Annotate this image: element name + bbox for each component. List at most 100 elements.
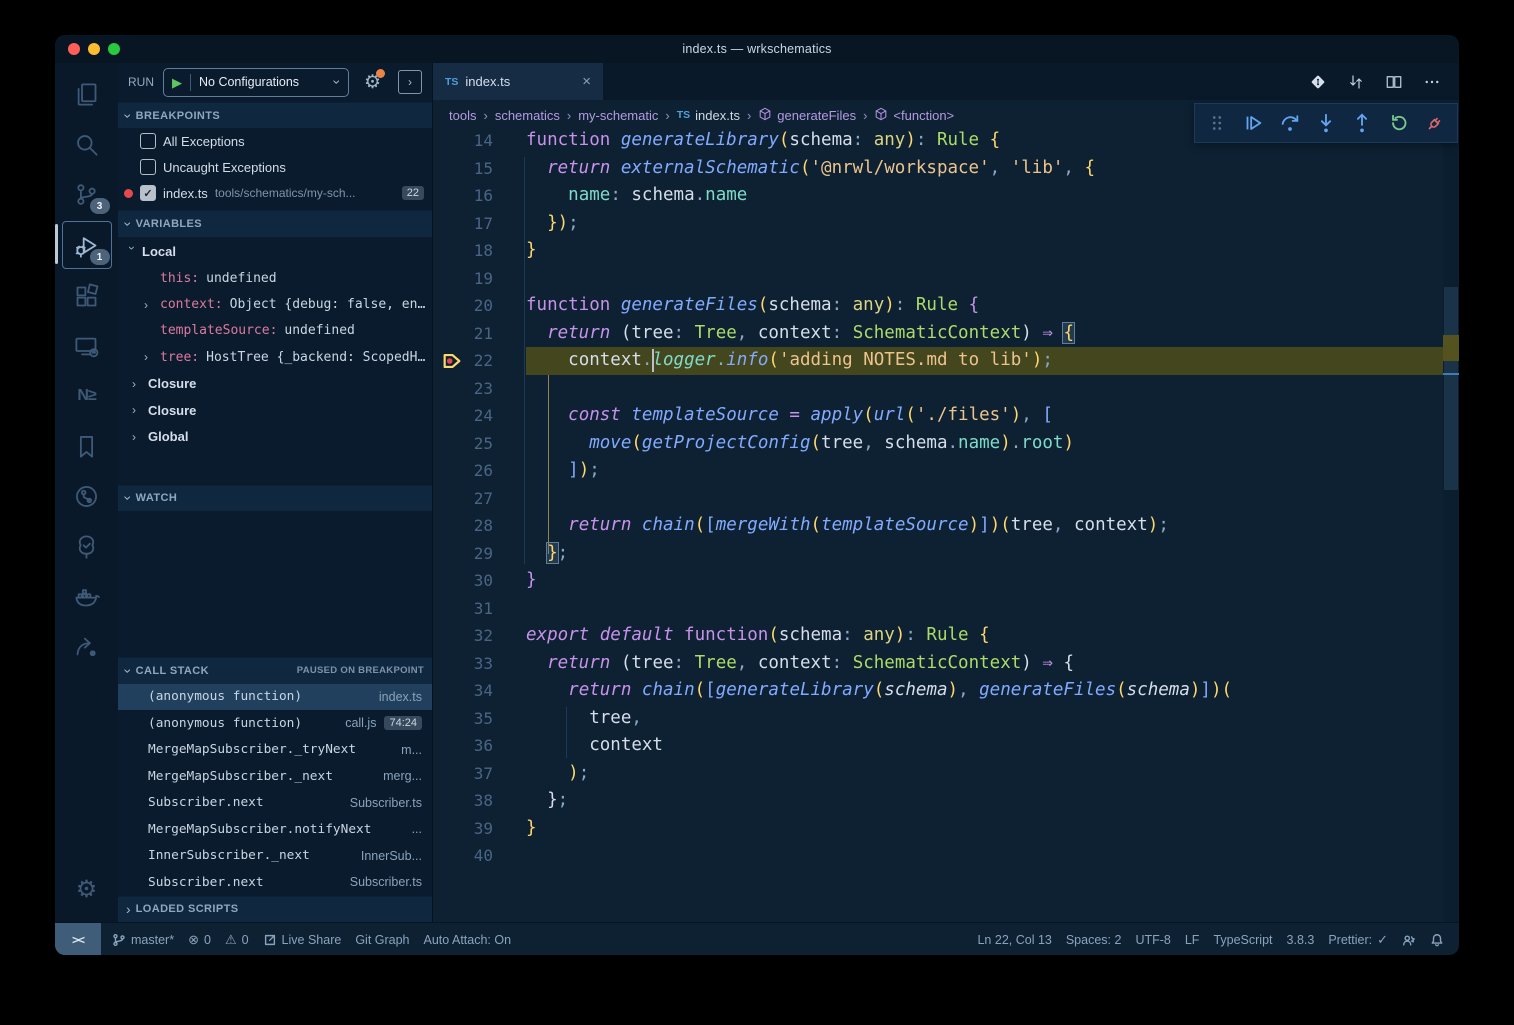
line-number[interactable]: 26 (447, 457, 493, 485)
breakpoint-checkbox[interactable]: ✓ (140, 185, 156, 201)
line-number[interactable]: 19 (447, 265, 493, 293)
status-cursor-position[interactable]: Ln 22, Col 13 (970, 933, 1058, 947)
code-line-37[interactable]: 37 ); (433, 760, 1459, 788)
code-line-31[interactable]: 31 (433, 595, 1459, 623)
status-warnings[interactable]: ⚠0 (218, 933, 256, 947)
code-line-39[interactable]: 39} (433, 815, 1459, 843)
line-number[interactable]: 25 (447, 430, 493, 458)
line-number[interactable]: 30 (447, 567, 493, 595)
line-number[interactable]: 35 (447, 705, 493, 733)
breakpoint-checkbox[interactable] (140, 159, 156, 175)
breadcrumb-item-schematics[interactable]: schematics (495, 108, 560, 123)
status-git-branch[interactable]: master* (105, 933, 181, 947)
line-number[interactable]: 20 (447, 292, 493, 320)
status-git-graph[interactable]: Git Graph (348, 933, 416, 947)
activity-item-settings-gear[interactable]: ⚙ (63, 866, 111, 912)
tab-index-ts[interactable]: TS index.ts × (433, 63, 603, 100)
code-line-40[interactable]: 40 (433, 842, 1459, 870)
activity-item-test-explorer[interactable] (63, 523, 111, 569)
line-number[interactable]: 39 (447, 815, 493, 843)
status-indentation[interactable]: Spaces: 2 (1059, 933, 1129, 947)
code-line-29[interactable]: 29 }; (433, 540, 1459, 568)
breadcrumb-item-tools[interactable]: tools (449, 108, 476, 123)
code-line-19[interactable]: 19 (433, 265, 1459, 293)
drag-handle[interactable] (1201, 108, 1233, 138)
code-line-36[interactable]: 36 context (433, 732, 1459, 760)
code-line-21[interactable]: 21 return (tree: Tree, context: Schemati… (433, 320, 1459, 348)
breakpoint-row[interactable]: Uncaught Exceptions (118, 154, 432, 180)
status-language-mode[interactable]: TypeScript (1206, 933, 1279, 947)
line-number[interactable]: 29 (447, 540, 493, 568)
remote-indicator[interactable]: >< (55, 923, 101, 955)
status-feedback[interactable] (1395, 933, 1423, 947)
step-into-button[interactable] (1310, 108, 1342, 138)
minimize-button[interactable] (88, 43, 100, 55)
status-live-share[interactable]: Live Share (256, 933, 349, 947)
call-stack-frame[interactable]: InnerSubscriber._nextInnerSub... (118, 843, 432, 870)
code-line-34[interactable]: 34 return chain([generateLibrary(schema)… (433, 677, 1459, 705)
code-line-22[interactable]: 22 context.logger.info('adding NOTES.md … (433, 347, 1459, 375)
split-editor-icon[interactable] (1385, 73, 1403, 91)
code-line-28[interactable]: 28 return chain([mergeWith(templateSourc… (433, 512, 1459, 540)
launch-config-dropdown[interactable]: ▶ No Configurations › (163, 68, 349, 97)
call-stack-frame[interactable]: MergeMapSubscriber.notifyNext... (118, 816, 432, 843)
breakpoint-row[interactable]: ✓index.tstools/schematics/my-sch...22 (118, 180, 432, 206)
step-over-button[interactable] (1274, 108, 1306, 138)
line-number[interactable]: 38 (447, 787, 493, 815)
line-number[interactable]: 18 (447, 237, 493, 265)
close-button[interactable] (68, 43, 80, 55)
breadcrumb-item--function-[interactable]: <function> (874, 107, 954, 124)
variables-section-header[interactable]: › VARIABLES (118, 210, 432, 236)
status-eol[interactable]: LF (1178, 933, 1207, 947)
line-number[interactable]: 34 (447, 677, 493, 705)
code-line-32[interactable]: 32export default function(schema: any): … (433, 622, 1459, 650)
call-stack-frame[interactable]: Subscriber.nextSubscriber.ts (118, 869, 432, 896)
activity-item-explorer[interactable] (63, 71, 111, 117)
breadcrumb-item-index-ts[interactable]: TSindex.ts (677, 108, 740, 123)
activity-item-remote-explorer[interactable] (63, 323, 111, 369)
zoom-button[interactable] (108, 43, 120, 55)
code-line-27[interactable]: 27 (433, 485, 1459, 513)
variable-row[interactable]: ›Global (118, 423, 432, 449)
breakpoint-checkbox[interactable] (140, 133, 156, 149)
activity-item-search[interactable] (63, 121, 111, 167)
code-line-24[interactable]: 24 const templateSource = apply(url('./f… (433, 402, 1459, 430)
status-auto-attach[interactable]: Auto Attach: On (417, 933, 519, 947)
line-number[interactable]: 24 (447, 402, 493, 430)
status-errors[interactable]: ⊗0 (181, 933, 218, 947)
line-number[interactable]: 32 (447, 622, 493, 650)
status-encoding[interactable]: UTF-8 (1128, 933, 1177, 947)
code-line-38[interactable]: 38 }; (433, 787, 1459, 815)
call-stack-frame[interactable]: MergeMapSubscriber._tryNextm... (118, 737, 432, 764)
scrollbar-thumb[interactable] (1444, 287, 1458, 490)
code-line-16[interactable]: 16 name: schema.name (433, 182, 1459, 210)
code-line-25[interactable]: 25 move(getProjectConfig(tree, schema.na… (433, 430, 1459, 458)
breakpoint-row[interactable]: All Exceptions (118, 128, 432, 154)
call-stack-frame[interactable]: (anonymous function)call.js74:24 (118, 710, 432, 737)
line-number[interactable]: 27 (447, 485, 493, 513)
step-out-button[interactable] (1346, 108, 1378, 138)
debug-console-button[interactable]: › (398, 70, 422, 94)
line-number[interactable]: 36 (447, 732, 493, 760)
code-line-17[interactable]: 17 }); (433, 210, 1459, 238)
variable-row[interactable]: ›Closure (118, 371, 432, 397)
configure-gear-button[interactable]: ⚙ (364, 71, 381, 94)
line-number[interactable]: 23 (447, 375, 493, 403)
disconnect-button[interactable] (1419, 108, 1451, 138)
code-line-20[interactable]: 20function generateFiles(schema: any): R… (433, 292, 1459, 320)
status-ts-version[interactable]: 3.8.3 (1280, 933, 1322, 947)
call-stack-frame[interactable]: MergeMapSubscriber._nextmerg... (118, 763, 432, 790)
gitlens-file-icon[interactable] (1309, 73, 1327, 91)
line-number[interactable]: 28 (447, 512, 493, 540)
more-actions-icon[interactable] (1423, 73, 1441, 91)
variable-row[interactable]: ›context:Object {debug: false, en… (118, 291, 432, 317)
variable-row[interactable]: this:undefined (118, 265, 432, 291)
continue-button[interactable] (1237, 108, 1269, 138)
status-prettier[interactable]: Prettier:✓ (1321, 933, 1395, 947)
code-line-26[interactable]: 26 ]); (433, 457, 1459, 485)
variable-row[interactable]: ›tree:HostTree {_backend: ScopedH… (118, 344, 432, 370)
activity-item-source-control[interactable]: 3 (63, 171, 111, 217)
restart-button[interactable] (1383, 108, 1415, 138)
watch-section-header[interactable]: › WATCH (118, 485, 432, 511)
compare-changes-icon[interactable] (1347, 73, 1365, 91)
